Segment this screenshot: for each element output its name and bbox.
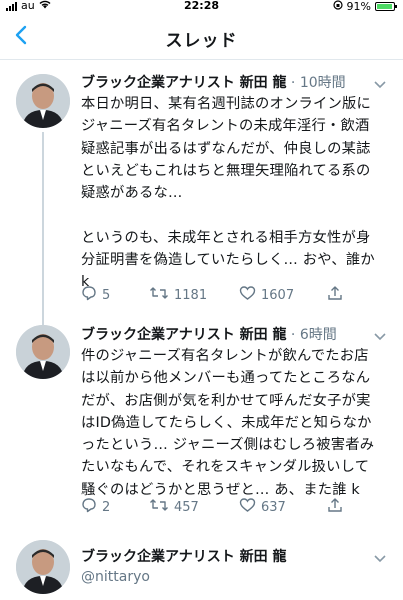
status-right: 91% (332, 0, 397, 13)
like-button[interactable]: 637 (239, 497, 327, 517)
reply-icon (81, 285, 97, 305)
retweet-count: 1181 (174, 287, 208, 303)
retweet-icon (149, 285, 169, 305)
avatar[interactable] (16, 74, 70, 128)
status-bar: au 22:28 91% (0, 0, 403, 14)
tweet-actions: 5 1181 1607 (81, 284, 383, 306)
retweet-count: 457 (174, 499, 199, 515)
caret-down-icon (374, 74, 386, 93)
display-name[interactable]: ブラック企業アナリスト 新田 龍 (81, 549, 286, 565)
tweet-menu-button[interactable] (371, 326, 389, 344)
tweet-text: 件のジャニーズ有名タレントが飲んでたお店 は以前から他メンバーも通ってたところな… (81, 348, 375, 498)
battery-icon (375, 2, 397, 11)
like-count: 1607 (261, 287, 295, 303)
like-icon (239, 285, 256, 305)
tweet-actions: 2 457 637 (81, 496, 383, 518)
tweet-menu-button[interactable] (371, 548, 389, 566)
tweet-menu-button[interactable] (371, 74, 389, 92)
share-icon (327, 497, 343, 517)
retweet-icon (149, 497, 169, 517)
reply-icon (81, 497, 97, 517)
reply-count: 5 (102, 287, 111, 303)
share-button[interactable] (327, 285, 343, 305)
like-icon (239, 497, 256, 517)
like-button[interactable]: 1607 (239, 285, 327, 305)
retweet-button[interactable]: 457 (149, 497, 239, 517)
battery-percent: 91% (346, 0, 371, 13)
reply-button[interactable]: 2 (81, 497, 149, 517)
tweet-2[interactable]: ブラック企業アナリスト 新田 龍 · 6時間 件のジャニーズ有名タレントが飲んで… (0, 320, 403, 535)
tweet-time[interactable]: 10時間 (300, 75, 346, 91)
nav-bar: スレッド (0, 14, 403, 60)
display-name[interactable]: ブラック企業アナリスト 新田 龍 (81, 75, 286, 91)
tweet-1[interactable]: ブラック企業アナリスト 新田 龍 · 10時間 本日か明日、某有名週刊誌のオンラ… (0, 60, 403, 332)
tweet-3[interactable]: ブラック企業アナリスト 新田 龍 @nittaryo (0, 535, 403, 600)
avatar[interactable] (16, 540, 70, 594)
like-count: 637 (261, 499, 286, 515)
orientation-lock-icon (332, 0, 343, 13)
reply-button[interactable]: 5 (81, 285, 149, 305)
share-icon (327, 285, 343, 305)
caret-down-icon (374, 326, 386, 345)
tweet-time[interactable]: 6時間 (300, 327, 337, 343)
tweet-header: ブラック企業アナリスト 新田 龍 · 6時間 (81, 327, 337, 343)
tweet-header: ブラック企業アナリスト 新田 龍 (81, 548, 373, 566)
avatar[interactable] (16, 325, 70, 379)
user-handle[interactable]: @nittaryo (81, 569, 150, 585)
tweet-text: 本日か明日、某有名週刊誌のオンライン版に ジャニーズ有名タレントの未成年淫行・飲… (81, 96, 375, 291)
thread-line (42, 132, 44, 332)
caret-down-icon (374, 548, 386, 567)
retweet-button[interactable]: 1181 (149, 285, 239, 305)
page-title: スレッド (165, 31, 238, 51)
share-button[interactable] (327, 497, 343, 517)
reply-count: 2 (102, 499, 111, 515)
display-name[interactable]: ブラック企業アナリスト 新田 龍 (81, 327, 286, 343)
tweet-header: ブラック企業アナリスト 新田 龍 · 10時間 (81, 75, 346, 91)
